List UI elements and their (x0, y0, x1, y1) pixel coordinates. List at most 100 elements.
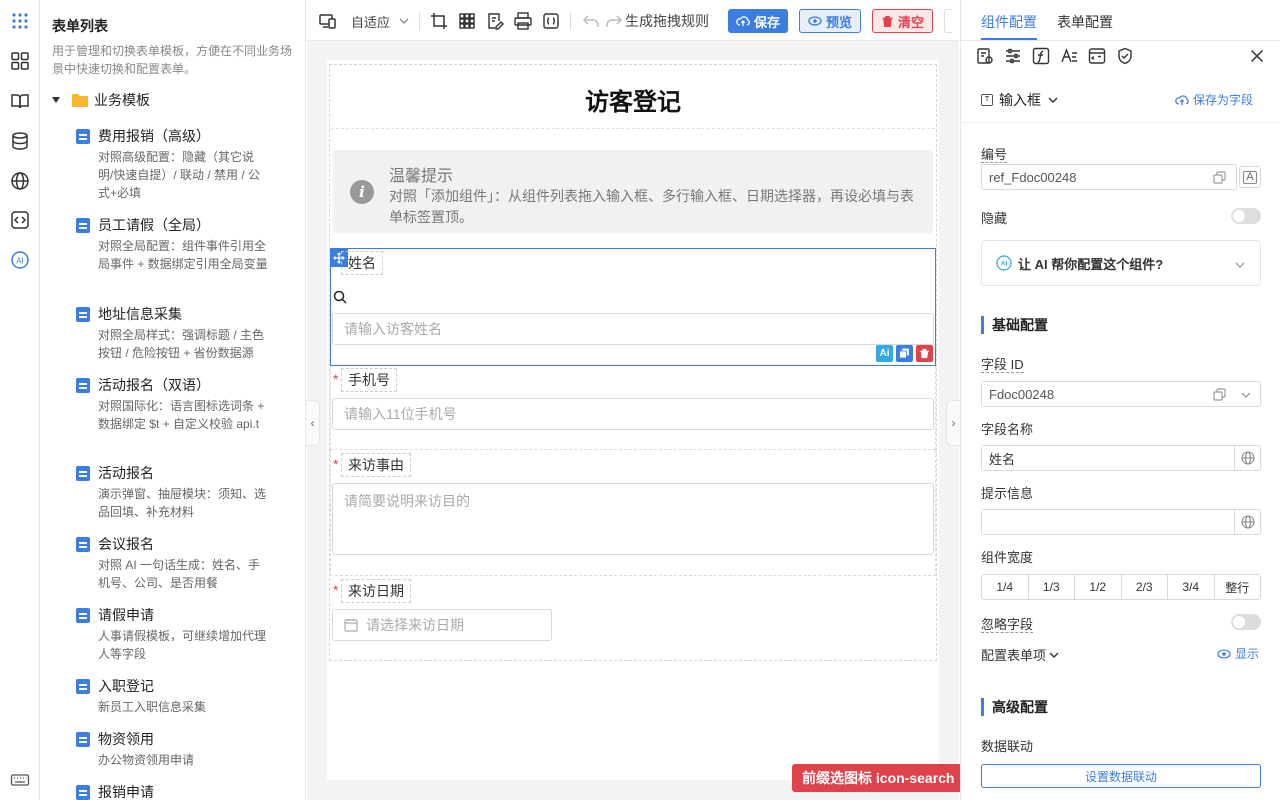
width-option[interactable]: 1/3 (1029, 575, 1075, 599)
save-as-field-label: 保存为字段 (1193, 93, 1254, 107)
ai-config-prompt[interactable]: AI 让 AI 帮你配置这个组件? (981, 240, 1261, 286)
copy-icon[interactable] (1213, 388, 1226, 401)
adapt-select[interactable]: 自适应 (351, 10, 410, 32)
config-items-dropdown[interactable]: 配置表单项 (981, 645, 1060, 664)
globe-icon[interactable] (1234, 446, 1260, 470)
function-icon[interactable] (1032, 47, 1050, 65)
form-settings-icon[interactable] (976, 47, 994, 65)
globe-icon[interactable] (1234, 510, 1260, 534)
text-style-icon[interactable] (1060, 47, 1078, 65)
sliders-icon[interactable] (1004, 47, 1022, 65)
reason-textarea[interactable]: 请简要说明来访目的 (332, 483, 934, 555)
edit-doc-icon[interactable] (486, 10, 504, 32)
chevron-down-icon (1048, 97, 1058, 103)
code-window-icon[interactable] (1088, 47, 1106, 65)
template-name: 费用报销（高级） (98, 128, 210, 144)
edit-icon[interactable] (305, 607, 306, 625)
ai-button[interactable]: Ai (876, 345, 893, 362)
database-icon[interactable] (9, 130, 31, 152)
edit-icon[interactable] (305, 536, 306, 554)
id-value: ref_Fdoc00248 (989, 169, 1077, 185)
document-icon (76, 732, 90, 747)
id-input[interactable]: ref_Fdoc00248 (981, 164, 1237, 190)
chevron-down-icon (1049, 652, 1059, 658)
width-segmented[interactable]: 1/4 1/3 1/2 2/3 3/4 整行 (981, 574, 1261, 600)
component-grid-icon[interactable] (9, 50, 31, 72)
width-option[interactable]: 3/4 (1168, 575, 1215, 599)
print-icon[interactable] (514, 10, 532, 32)
panel-title: 表单列表 (52, 18, 108, 34)
json-icon[interactable] (542, 10, 560, 32)
hidden-toggle[interactable] (1231, 208, 1261, 224)
edit-icon[interactable] (305, 377, 306, 395)
close-icon[interactable] (1248, 47, 1266, 65)
hidden-label: 隐藏 (981, 211, 1008, 226)
edit-icon[interactable] (305, 784, 306, 800)
field-name-input[interactable]: 姓名 (981, 445, 1261, 471)
edit-icon[interactable] (305, 731, 306, 749)
globe-icon[interactable] (9, 170, 31, 192)
collapse-right-button[interactable]: › (946, 400, 960, 446)
form-field-name[interactable] (330, 248, 936, 366)
preview-button[interactable]: 预览 (799, 9, 862, 33)
width-option[interactable]: 1/4 (982, 575, 1029, 599)
edit-icon[interactable] (305, 128, 306, 146)
copy-button[interactable] (896, 345, 913, 362)
ignore-field-toggle[interactable] (1231, 614, 1261, 630)
generate-drag-rules-button[interactable]: 生成拖拽规则 (605, 10, 709, 32)
save-as-field-link[interactable]: 保存为字段 (1175, 91, 1253, 108)
tab-component-config[interactable]: 组件配置 (981, 12, 1037, 32)
save-button[interactable]: 保存 (728, 9, 789, 33)
set-linkage-button[interactable]: 设置数据联动 (981, 764, 1261, 788)
divider (419, 12, 420, 30)
edit-icon[interactable] (305, 217, 306, 235)
collapse-left-button[interactable]: ‹ (306, 400, 320, 446)
edit-icon[interactable] (305, 306, 306, 324)
edit-icon[interactable] (305, 465, 306, 483)
document-icon (76, 307, 90, 322)
apps-grid-icon[interactable] (9, 10, 31, 32)
keyboard-icon[interactable] (9, 769, 31, 791)
field-label: 手机号 (341, 368, 397, 392)
date-picker[interactable]: 请选择来访日期 (332, 609, 552, 641)
trash-icon (882, 15, 893, 27)
config-items-label: 配置表单项 (981, 648, 1047, 663)
device-icon[interactable] (319, 10, 337, 32)
overflow-button[interactable] (944, 9, 952, 33)
text-format-icon[interactable]: A (1239, 166, 1261, 188)
grid-icon[interactable] (458, 10, 476, 32)
undo-icon[interactable] (582, 10, 600, 32)
group-business-templates[interactable]: 业务模板 (52, 90, 150, 110)
delete-button[interactable] (916, 345, 933, 362)
template-desc: 对照全局配置：组件事件引用全局事件 + 数据绑定引用全局变量 (98, 239, 268, 271)
tip-alert[interactable]: i 温馨提示 对照「添加组件」：从组件列表拖入输入框、多行输入框、日期选择器，再… (333, 150, 933, 233)
shield-check-icon[interactable] (1116, 47, 1134, 65)
hint-info-input[interactable] (981, 509, 1261, 535)
name-input[interactable]: 请输入访客姓名 (332, 313, 934, 345)
panel-desc: 用于管理和切换表单模板，方便在不同业务场景中快速切换和配置表单。 (52, 44, 293, 76)
edit-icon[interactable] (305, 678, 306, 696)
width-option[interactable]: 2/3 (1122, 575, 1168, 599)
ai-icon[interactable]: AI (9, 249, 31, 271)
config-panel: 组件配置 表单配置 T 输入框 保存为字段 编号 ref_Fdoc00248 A… (960, 0, 1280, 800)
width-option[interactable]: 整行 (1215, 575, 1261, 599)
clear-button[interactable]: 清空 (872, 9, 934, 33)
template-name: 活动报名（双语） (98, 377, 210, 393)
show-link[interactable]: 显示 (1217, 645, 1259, 662)
code-icon[interactable] (9, 209, 31, 231)
trash-icon (919, 348, 930, 359)
chevron-down-icon (1241, 392, 1251, 398)
book-icon[interactable] (9, 90, 31, 112)
width-option[interactable]: 1/2 (1075, 575, 1122, 599)
advanced-config-section: 高级配置 (981, 698, 1048, 716)
field-label: 来访事由 (341, 453, 411, 477)
copy-icon[interactable] (1213, 171, 1226, 184)
tab-form-config[interactable]: 表单配置 (1057, 12, 1113, 32)
field-id-select[interactable]: Fdoc00248 (981, 381, 1261, 407)
info-icon: i (350, 180, 374, 204)
phone-input[interactable]: 请输入11位手机号 (332, 398, 934, 430)
chevron-right-icon: › (951, 416, 956, 430)
chevron-left-icon: ‹ (310, 416, 315, 430)
component-type-select[interactable]: T 输入框 (981, 90, 1059, 110)
crop-icon[interactable] (430, 10, 448, 32)
